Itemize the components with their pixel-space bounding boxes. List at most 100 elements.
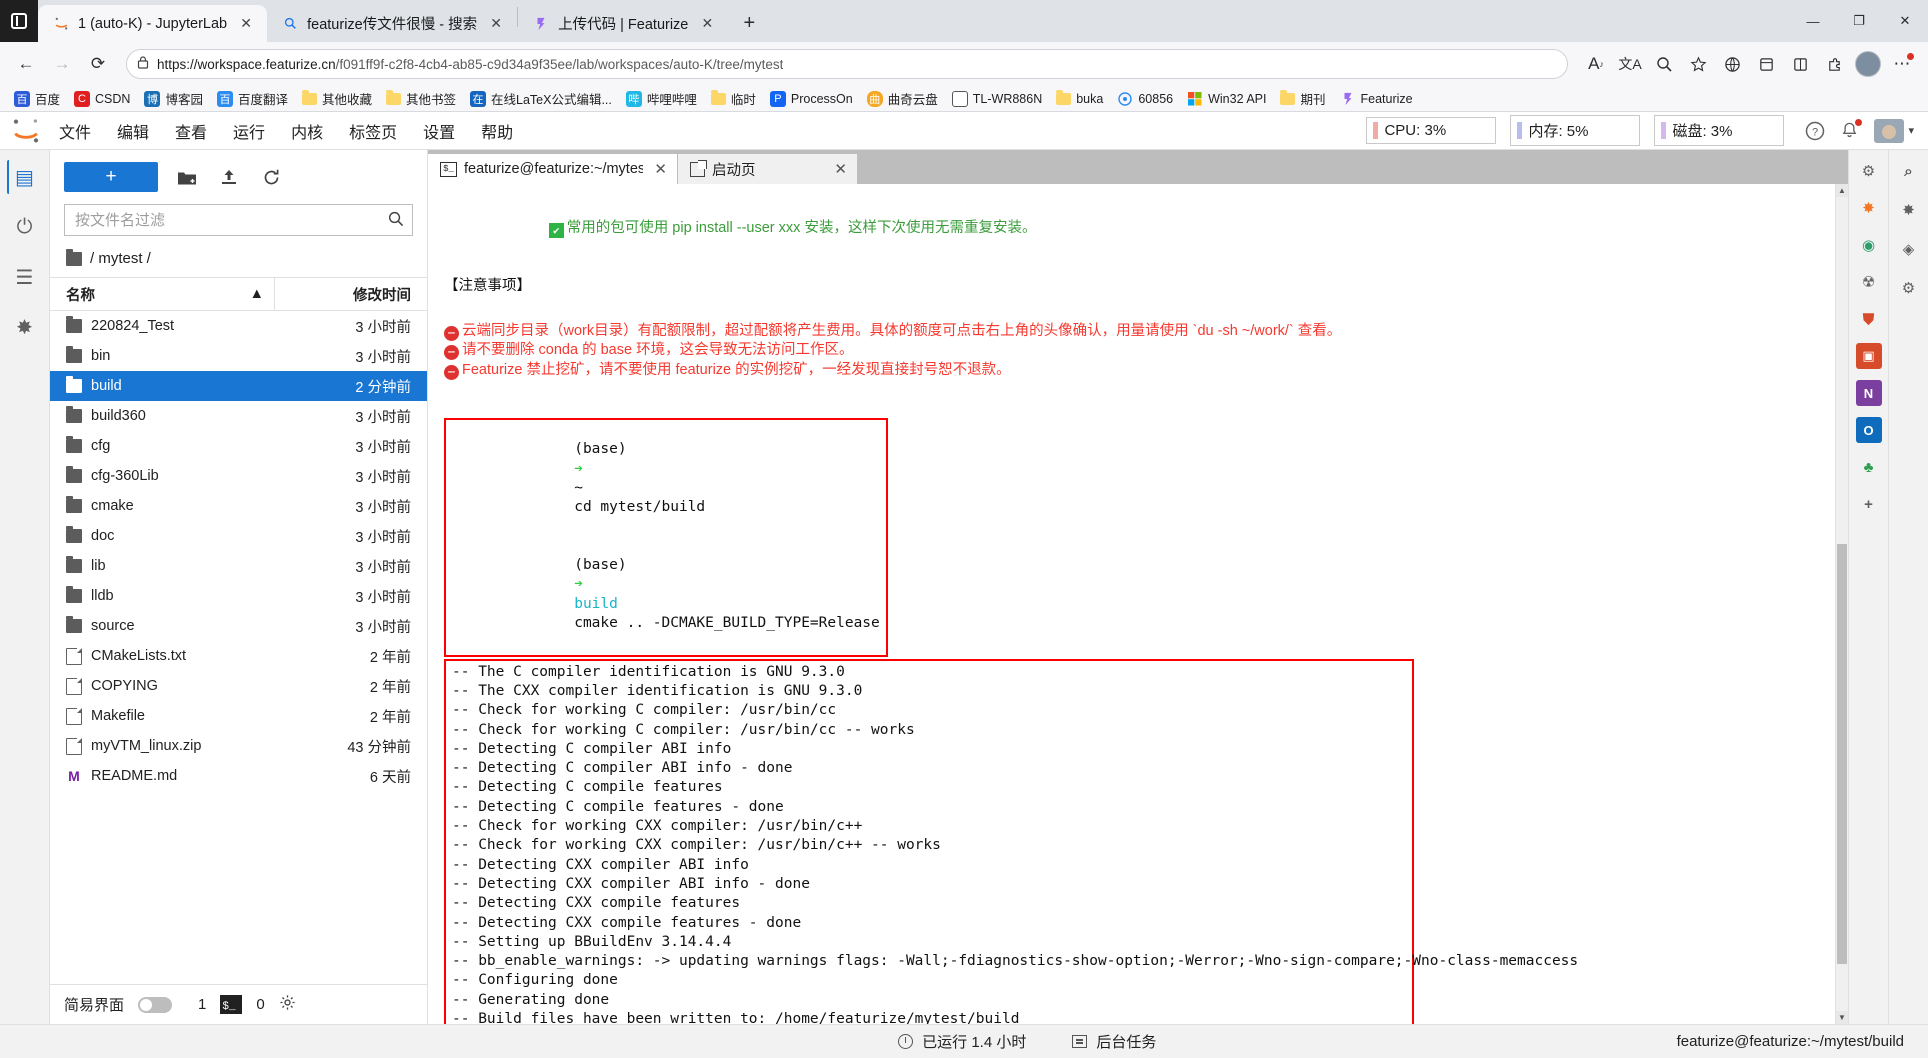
file-list-item[interactable]: doc 3 小时前 — [50, 521, 427, 551]
file-list-item[interactable]: lib 3 小时前 — [50, 551, 427, 581]
menu-3[interactable]: 运行 — [220, 115, 278, 147]
profile-avatar[interactable] — [1852, 48, 1884, 80]
file-list-item[interactable]: build 2 分钟前 — [50, 371, 427, 401]
scrollbar-thumb[interactable] — [1837, 544, 1847, 964]
file-list-item[interactable]: 220824_Test 3 小时前 — [50, 311, 427, 341]
terminal-scrollbar[interactable]: ▲ ▼ — [1835, 184, 1848, 1024]
leaf-icon[interactable]: ♣ — [1856, 454, 1882, 480]
upload-icon[interactable] — [216, 164, 242, 190]
forward-button[interactable]: → — [46, 48, 78, 80]
bookmark-item[interactable]: 临时 — [705, 87, 762, 110]
outlook-icon[interactable]: O — [1855, 417, 1882, 443]
column-header-modified[interactable]: 修改时间 — [275, 284, 427, 305]
collections-icon[interactable] — [1750, 48, 1782, 80]
browser-settings-icon[interactable]: ⋯ — [1886, 48, 1918, 80]
file-list-item[interactable]: COPYING 2 年前 — [50, 671, 427, 701]
extensions-icon[interactable] — [1818, 48, 1850, 80]
address-bar[interactable]: https://workspace.featurize.cn/f091ff9f-… — [126, 49, 1568, 79]
read-aloud-icon[interactable]: A ♪ — [1580, 48, 1612, 80]
menu-0[interactable]: 文件 — [46, 115, 104, 147]
menu-5[interactable]: 标签页 — [336, 115, 410, 147]
running-terminals-icon[interactable]: ⏻ — [8, 210, 42, 244]
commands-icon[interactable]: ☰ — [8, 260, 42, 294]
bookmark-item[interactable]: 其他书签 — [380, 87, 462, 110]
file-list-item[interactable]: bin 3 小时前 — [50, 341, 427, 371]
bookmark-item[interactable]: 其他收藏 — [296, 87, 378, 110]
jupyter-star-icon[interactable]: ✸ — [1856, 195, 1882, 221]
add-icon[interactable]: + — [1856, 491, 1882, 517]
office-icon[interactable]: ▣ — [1855, 343, 1882, 369]
simple-interface-toggle[interactable] — [138, 996, 173, 1013]
menu-1[interactable]: 编辑 — [104, 115, 162, 147]
browser-tab-1[interactable]: featurize传文件很慢 - 搜索 ✕ — [267, 5, 518, 42]
new-tab-button[interactable]: + — [734, 8, 764, 38]
extension-manager-icon[interactable]: ✸ — [8, 310, 42, 344]
bookmark-item[interactable]: 哔哔哩哔哩 — [620, 87, 703, 110]
search-panel-icon[interactable]: ⌕ — [1896, 158, 1922, 184]
help-circle-icon[interactable]: ? — [1798, 114, 1832, 148]
minimize-button[interactable]: — — [1790, 0, 1836, 42]
file-list-item[interactable]: CMakeLists.txt 2 年前 — [50, 641, 427, 671]
refresh-icon[interactable] — [258, 164, 284, 190]
back-button[interactable]: ← — [10, 48, 42, 80]
settings-gear-icon[interactable]: ⚙ — [1856, 158, 1882, 184]
file-list-item[interactable]: build360 3 小时前 — [50, 401, 427, 431]
menu-4[interactable]: 内核 — [278, 115, 336, 147]
bookmark-item[interactable]: 曲曲奇云盘 — [861, 87, 944, 110]
file-list-item[interactable]: myVTM_linux.zip 43 分钟前 — [50, 731, 427, 761]
dock-tab-terminal[interactable]: $_ featurize@featurize:~/mytest ✕ — [428, 154, 678, 184]
bookmark-item[interactable]: 在在线LaTeX公式编辑... — [464, 87, 618, 110]
settings-panel-icon[interactable]: ⚙ — [1896, 275, 1922, 301]
bookmark-item[interactable]: buka — [1050, 89, 1109, 108]
scroll-up-icon[interactable]: ▲ — [1836, 184, 1848, 197]
file-list-item[interactable]: Makefile 2 年前 — [50, 701, 427, 731]
menu-6[interactable]: 设置 — [410, 115, 468, 147]
bookmark-item[interactable]: P ProcessOn — [764, 89, 859, 109]
user-avatar-button[interactable]: ▾ — [1866, 114, 1922, 148]
menu-2[interactable]: 查看 — [162, 115, 220, 147]
onenote-icon[interactable]: N — [1855, 380, 1882, 406]
close-window-button[interactable]: ✕ — [1882, 0, 1928, 42]
bookmark-item[interactable]: 60856 — [1111, 89, 1179, 109]
new-folder-icon[interactable] — [174, 164, 200, 190]
browser-tab-0[interactable]: 1 (auto-K) - JupyterLab ✕ — [38, 5, 268, 42]
file-list-item[interactable]: cmake 3 小时前 — [50, 491, 427, 521]
notification-bell-icon[interactable] — [1832, 114, 1866, 148]
file-filter-box[interactable] — [64, 204, 413, 236]
file-list-item[interactable]: lldb 3 小时前 — [50, 581, 427, 611]
jupyter-extension-icon[interactable]: ✸ — [1896, 197, 1922, 223]
browser-essentials-icon[interactable] — [1716, 48, 1748, 80]
column-header-name[interactable]: 名称 ▲ — [50, 278, 275, 310]
tab-search-button[interactable] — [0, 0, 38, 42]
gear-icon[interactable] — [279, 994, 296, 1015]
bookmark-item[interactable]: 博博客园 — [138, 87, 209, 110]
browser-tab-2[interactable]: 上传代码 | Featurize ✕ — [518, 5, 729, 42]
new-launcher-button[interactable]: + — [64, 162, 158, 192]
bug-icon[interactable]: ☢ — [1856, 269, 1882, 295]
close-icon[interactable]: ✕ — [830, 160, 847, 178]
terminal-icon[interactable]: $_ — [220, 995, 243, 1014]
scroll-down-icon[interactable]: ▼ — [1836, 1011, 1848, 1024]
debug-icon[interactable]: ◉ — [1856, 232, 1882, 258]
collections-icon[interactable]: ◈ — [1896, 236, 1922, 262]
file-list-item[interactable]: source 3 小时前 — [50, 611, 427, 641]
split-screen-icon[interactable] — [1784, 48, 1816, 80]
close-tab-icon[interactable]: ✕ — [235, 13, 257, 35]
close-icon[interactable]: ✕ — [650, 160, 667, 178]
reload-button[interactable]: ⟳ — [82, 48, 114, 80]
shield-icon[interactable]: ⛊ — [1856, 306, 1882, 332]
terminal-panel[interactable]: ✔ 常用的包可使用 pip install --user xxx 安装，这样下次使… — [428, 184, 1848, 1024]
file-filter-input[interactable] — [73, 210, 387, 230]
bookmark-item[interactable]: 百百度翻译 — [211, 87, 294, 110]
favorites-star-icon[interactable] — [1682, 48, 1714, 80]
bookmark-item[interactable]: TL-WR886N — [946, 89, 1048, 109]
close-tab-icon[interactable]: ✕ — [696, 13, 718, 35]
file-list-item[interactable]: cfg-360Lib 3 小时前 — [50, 461, 427, 491]
file-list-item[interactable]: M README.md 6 天前 — [50, 761, 427, 791]
file-browser-icon[interactable]: ▤ — [6, 160, 41, 194]
close-tab-icon[interactable]: ✕ — [485, 13, 507, 35]
maximize-button[interactable]: ❐ — [1836, 0, 1882, 42]
bookmark-item[interactable]: 期刊 — [1274, 87, 1331, 110]
file-list-item[interactable]: cfg 3 小时前 — [50, 431, 427, 461]
bookmark-item[interactable]: 百百度 — [8, 87, 66, 110]
